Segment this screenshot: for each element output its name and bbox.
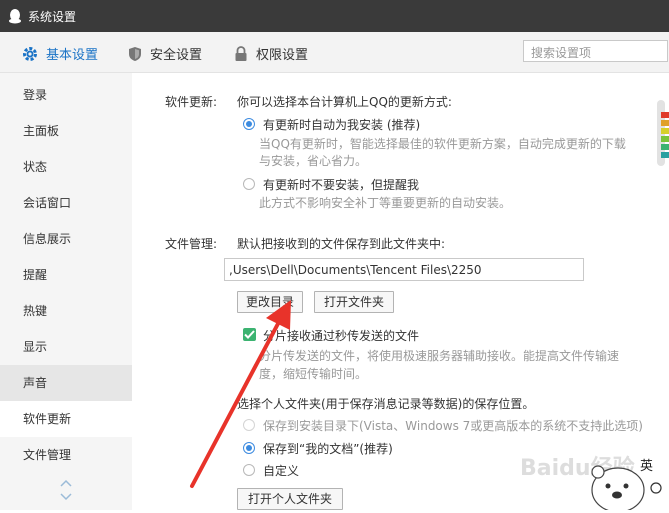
polar-bear-icon — [591, 465, 662, 513]
annotation-arrow-icon — [190, 300, 291, 488]
ime-language-label[interactable]: 英 — [640, 455, 653, 474]
ime-status-widget[interactable]: 英 — [590, 452, 668, 513]
